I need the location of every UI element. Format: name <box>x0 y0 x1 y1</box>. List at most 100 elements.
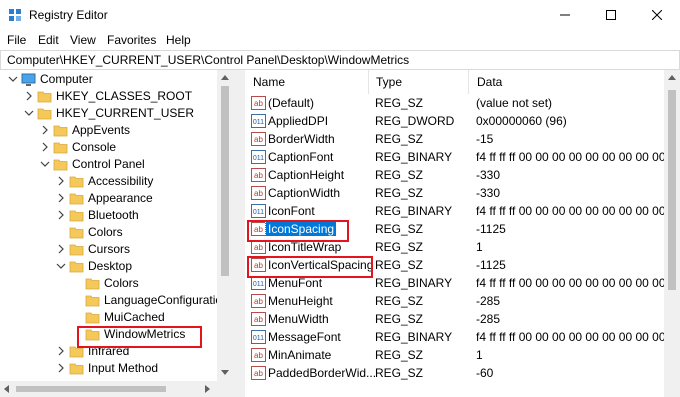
column-header-type[interactable]: Type <box>368 70 469 94</box>
scroll-up-arrow-icon[interactable] <box>221 75 229 80</box>
value-type: REG_SZ <box>375 294 424 308</box>
computer-icon <box>21 73 36 86</box>
value-name: CaptionWidth <box>268 186 341 200</box>
address-bar[interactable]: Computer\HKEY_CURRENT_USER\Control Panel… <box>0 50 680 70</box>
column-name-label: Name <box>253 75 286 89</box>
folder-icon <box>53 142 68 154</box>
string-value-icon: ab <box>251 366 266 380</box>
address-path: Computer\HKEY_CURRENT_USER\Control Panel… <box>7 53 410 67</box>
maximize-button[interactable] <box>588 0 634 30</box>
chevron-right-icon[interactable] <box>40 141 50 153</box>
tree-hscroll-thumb[interactable] <box>16 386 166 392</box>
folder-icon <box>53 125 68 137</box>
value-data: f4 ff ff ff 00 00 00 00 00 00 00 00 00 <box>476 276 664 290</box>
scroll-down-arrow-icon[interactable] <box>221 370 229 375</box>
chevron-down-icon[interactable] <box>24 107 34 119</box>
chevron-right-icon[interactable] <box>56 209 66 221</box>
chevron-down-icon[interactable] <box>8 73 18 85</box>
value-data: 1 <box>476 240 483 254</box>
chevron-right-icon[interactable] <box>56 175 66 187</box>
column-header-data[interactable]: Data <box>469 70 664 94</box>
menu-view[interactable]: View <box>70 33 96 47</box>
string-value-icon: ab <box>251 312 266 326</box>
list-scroll-thumb[interactable] <box>668 90 676 290</box>
value-data: 0x00000060 (96) <box>476 114 567 128</box>
string-value-icon: ab <box>251 168 266 182</box>
value-type: REG_SZ <box>375 348 424 362</box>
folder-icon <box>85 312 100 324</box>
value-name: AppliedDPI <box>268 114 329 128</box>
value-name: MenuHeight <box>268 294 333 308</box>
binary-value-icon: 011 <box>251 114 266 128</box>
tree-item-label: Console <box>72 140 117 154</box>
tree-item-label: Appearance <box>88 191 153 205</box>
pane-splitter[interactable] <box>233 70 245 397</box>
value-name: (Default) <box>268 96 315 110</box>
chevron-right-icon[interactable] <box>40 124 50 136</box>
menu-favorites[interactable]: Favorites <box>107 33 156 47</box>
value-row[interactable]: 011 IconFont REG_BINARY f4 ff ff ff 00 00 0… <box>245 202 664 220</box>
folder-icon <box>53 159 68 171</box>
chevron-right-icon[interactable] <box>56 362 66 374</box>
tree-item-label: Bluetooth <box>88 208 139 222</box>
value-row[interactable]: 011 MessageFont REG_BINARY f4 ff ff ff 00 0… <box>245 328 664 346</box>
value-type: REG_BINARY <box>375 150 453 164</box>
value-name: PaddedBorderWid... <box>268 366 377 380</box>
tree-item-label: Colors <box>104 276 139 290</box>
column-header-name[interactable]: Name <box>245 70 369 94</box>
value-type: REG_SZ <box>375 240 424 254</box>
chevron-right-icon[interactable] <box>56 243 66 255</box>
scroll-right-arrow-icon[interactable] <box>205 385 210 393</box>
folder-icon <box>69 176 84 188</box>
tree-horizontal-scrollbar[interactable] <box>0 381 233 397</box>
scroll-up-arrow-icon[interactable] <box>668 75 676 80</box>
value-row[interactable]: ab CaptionHeight REG_SZ -330 <box>245 166 664 184</box>
value-row[interactable]: ab PaddedBorderWid... REG_SZ -60 <box>245 364 664 382</box>
folder-icon <box>69 193 84 205</box>
scroll-left-arrow-icon[interactable] <box>4 385 9 393</box>
minimize-button[interactable] <box>542 0 588 30</box>
string-value-icon: ab <box>251 240 266 254</box>
tree-item-label: HKEY_CLASSES_ROOT <box>56 89 193 103</box>
value-name: IconFont <box>268 204 315 218</box>
value-row[interactable]: 011 AppliedDPI REG_DWORD 0x00000060 (96) <box>245 112 664 130</box>
value-row[interactable]: ab MenuWidth REG_SZ -285 <box>245 310 664 328</box>
value-row[interactable]: ab BorderWidth REG_SZ -15 <box>245 130 664 148</box>
list-vertical-scrollbar[interactable] <box>664 70 680 397</box>
svg-text:011: 011 <box>253 209 264 216</box>
binary-value-icon: 011 <box>251 276 266 290</box>
value-type: REG_SZ <box>375 96 424 110</box>
tree-vertical-scrollbar[interactable] <box>217 70 233 381</box>
chevron-right-icon[interactable] <box>56 192 66 204</box>
menu-edit[interactable]: Edit <box>38 33 59 47</box>
value-row[interactable]: ab (Default) REG_SZ (value not set) <box>245 94 664 112</box>
close-button[interactable] <box>634 0 680 30</box>
maximize-icon <box>606 10 616 20</box>
tree-item-label: Input Method <box>88 361 159 375</box>
binary-value-icon: 011 <box>251 204 266 218</box>
tree-scroll-thumb[interactable] <box>221 86 229 276</box>
value-row[interactable]: ab MenuHeight REG_SZ -285 <box>245 292 664 310</box>
chevron-right-icon[interactable] <box>56 345 66 357</box>
tree-item-label: Control Panel <box>72 157 145 171</box>
values-list: Name Type Data ab (Default) REG_SZ (value n… <box>245 70 664 397</box>
string-value-icon: ab <box>251 132 266 146</box>
folder-icon <box>69 210 84 222</box>
value-name: BorderWidth <box>268 132 335 146</box>
value-type: REG_DWORD <box>375 114 455 128</box>
value-row[interactable]: ab CaptionWidth REG_SZ -330 <box>245 184 664 202</box>
value-data: (value not set) <box>476 96 553 110</box>
value-row[interactable]: ab MinAnimate REG_SZ 1 <box>245 346 664 364</box>
chevron-down-icon[interactable] <box>56 260 66 272</box>
value-type: REG_SZ <box>375 222 424 236</box>
menu-help[interactable]: Help <box>166 33 191 47</box>
menu-file[interactable]: File <box>7 33 26 47</box>
string-value-icon: ab <box>251 186 266 200</box>
value-row[interactable]: 011 CaptionFont REG_BINARY f4 ff ff ff 00 0… <box>245 148 664 166</box>
window-title: Registry Editor <box>29 8 108 22</box>
value-data: -285 <box>476 294 501 308</box>
value-name: CaptionFont <box>268 150 334 164</box>
chevron-right-icon[interactable] <box>24 90 34 102</box>
value-data: f4 ff ff ff 00 00 00 00 00 00 00 00 00 <box>476 150 664 164</box>
chevron-down-icon[interactable] <box>40 158 50 170</box>
